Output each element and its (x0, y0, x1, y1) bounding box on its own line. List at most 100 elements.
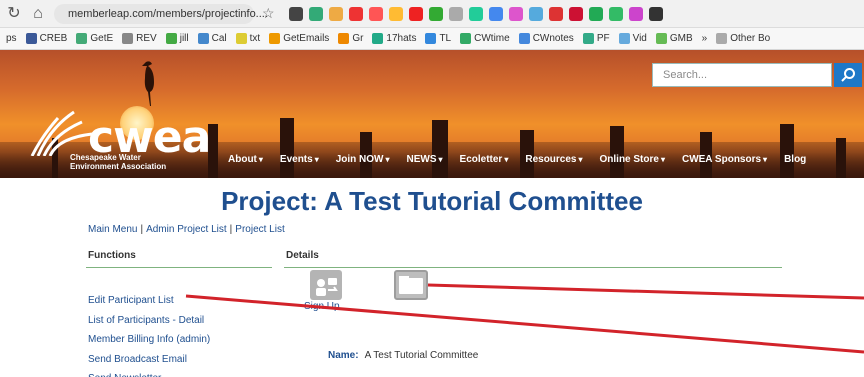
bookmark-icon (25, 33, 37, 44)
bookmark-item[interactable]: GetEmails (269, 33, 329, 44)
nav-menu-item[interactable]: NEWS ▾ (407, 154, 443, 165)
bookmark-item[interactable]: TL (425, 33, 451, 44)
logo-subtitle-line: Chesapeake Water (70, 153, 141, 162)
extension-icon[interactable] (328, 6, 343, 21)
nav-menu-item[interactable]: Online Store ▾ (600, 154, 665, 165)
search-button[interactable] (834, 63, 862, 87)
bookmark-label: GMB (669, 33, 693, 44)
breadcrumb-link[interactable]: Admin Project List (146, 224, 227, 235)
bookmark-label: TL (439, 33, 452, 44)
extension-icon[interactable] (488, 6, 503, 21)
address-bar[interactable]: memberleap.com/members/projectinfo.... (54, 3, 268, 24)
extension-icon[interactable] (608, 6, 623, 21)
site-header-banner: Search... cwea Chesapeake Water Environme… (0, 50, 864, 178)
functions-divider (86, 267, 272, 268)
extension-icon[interactable] (548, 6, 563, 21)
details-heading: Details (286, 250, 319, 261)
folder-icon[interactable] (394, 270, 428, 300)
bookmark-icon (716, 33, 728, 44)
extension-icon[interactable] (468, 6, 483, 21)
bookmark-item[interactable]: REV (122, 33, 157, 44)
chevron-down-icon: ▾ (438, 155, 443, 164)
function-link[interactable]: Member Billing Info (admin) (88, 330, 210, 350)
bookmark-icon (235, 33, 247, 44)
bookmark-label: ps (6, 33, 17, 44)
extension-icon[interactable] (428, 6, 443, 21)
site-search-input[interactable]: Search... (652, 63, 832, 87)
bookmark-item[interactable]: txt (235, 33, 261, 44)
name-value: A Test Tutorial Committee (364, 350, 479, 361)
bookmark-item[interactable]: CWtime (460, 33, 510, 44)
sign-up-link[interactable]: Sign Up (304, 301, 340, 312)
nav-menu-item[interactable]: Join NOW ▾ (336, 154, 390, 165)
bookmark-icon (425, 33, 437, 44)
nav-menu-item[interactable]: Ecoletter ▾ (460, 154, 509, 165)
breadcrumb: Main Menu | Admin Project List | Project Lis… (88, 224, 285, 235)
bookmark-item[interactable]: Other Bo (716, 33, 770, 44)
chevron-down-icon: ▾ (258, 155, 263, 164)
nav-menu-item[interactable]: About ▾ (228, 154, 263, 165)
extension-icon[interactable] (508, 6, 523, 21)
bookmark-label: Vid (632, 33, 647, 44)
function-link[interactable]: Edit Participant List (88, 291, 210, 311)
bookmark-item[interactable]: CREB (25, 33, 68, 44)
nav-menu-item[interactable]: Resources ▾ (525, 154, 582, 165)
extension-icon[interactable] (588, 6, 603, 21)
bookmark-label: PF (596, 33, 610, 44)
function-link[interactable]: List of Participants - Detail (88, 311, 210, 331)
extension-icon[interactable] (348, 6, 363, 21)
extension-icon[interactable] (448, 6, 463, 21)
extension-icon[interactable] (288, 6, 303, 21)
nav-menu-label: Blog (784, 154, 807, 165)
home-icon[interactable]: ⌂ (30, 5, 46, 22)
breadcrumb-separator: | (140, 224, 144, 235)
function-link[interactable]: Send Newsletter (88, 369, 210, 377)
extension-icon[interactable] (528, 6, 543, 21)
extension-icon[interactable] (308, 6, 323, 21)
extension-icon[interactable] (648, 6, 663, 21)
bookmark-item[interactable]: Gr (338, 33, 363, 44)
bookmark-item[interactable]: CWnotes (518, 33, 574, 44)
reload-icon[interactable]: ↻ (6, 5, 22, 22)
extension-icon[interactable] (408, 6, 423, 21)
bookmark-icon (618, 33, 630, 44)
nav-menu-label: Events (279, 154, 313, 165)
bookmark-label: CREB (39, 33, 68, 44)
nav-menu-item[interactable]: CWEA Sponsors ▾ (682, 154, 767, 165)
breadcrumb-link[interactable]: Main Menu (88, 224, 137, 235)
bookmark-label: Other Bo (730, 33, 771, 44)
details-divider (284, 267, 782, 268)
nav-menu-label: About (228, 154, 257, 165)
nav-menu-item[interactable]: Blog (784, 154, 806, 165)
bookmark-item[interactable]: 17hats (372, 33, 416, 44)
bookmark-item[interactable]: GMB (655, 33, 693, 44)
function-link[interactable]: Send Broadcast Email (88, 350, 210, 370)
bookmark-item[interactable]: » (702, 33, 708, 44)
extension-icon[interactable] (568, 6, 583, 21)
chevron-down-icon: ▾ (660, 155, 665, 164)
chevron-down-icon: ▾ (763, 155, 768, 164)
breadcrumb-separator: | (229, 224, 233, 235)
logo-subtitle-line: Environment Association (70, 162, 167, 171)
extension-icon[interactable] (628, 6, 643, 21)
sign-up-icon[interactable] (310, 270, 342, 300)
bookmark-item[interactable]: PF (582, 33, 610, 44)
bookmark-item[interactable]: jill (165, 33, 189, 44)
chevron-down-icon: ▾ (504, 155, 509, 164)
chevron-down-icon: ▾ (385, 155, 390, 164)
bookmark-star-icon[interactable]: ☆ (262, 5, 275, 22)
bookmark-icon (269, 33, 281, 44)
bookmark-item[interactable]: GetE (76, 33, 113, 44)
bookmark-item[interactable]: ps (6, 33, 17, 44)
heron-silhouette (142, 61, 154, 106)
nav-menu-item[interactable]: Events ▾ (280, 154, 319, 165)
breadcrumb-link[interactable]: Project List (235, 224, 284, 235)
extension-icon[interactable] (368, 6, 383, 21)
functions-list: Edit Participant List List of Participant… (88, 291, 210, 377)
bookmark-icon (518, 33, 530, 44)
functions-heading: Functions (88, 250, 136, 261)
extension-icon[interactable] (388, 6, 403, 21)
bookmark-label: txt (249, 33, 261, 44)
bookmark-item[interactable]: Cal (197, 33, 227, 44)
bookmark-item[interactable]: Vid (618, 33, 647, 44)
